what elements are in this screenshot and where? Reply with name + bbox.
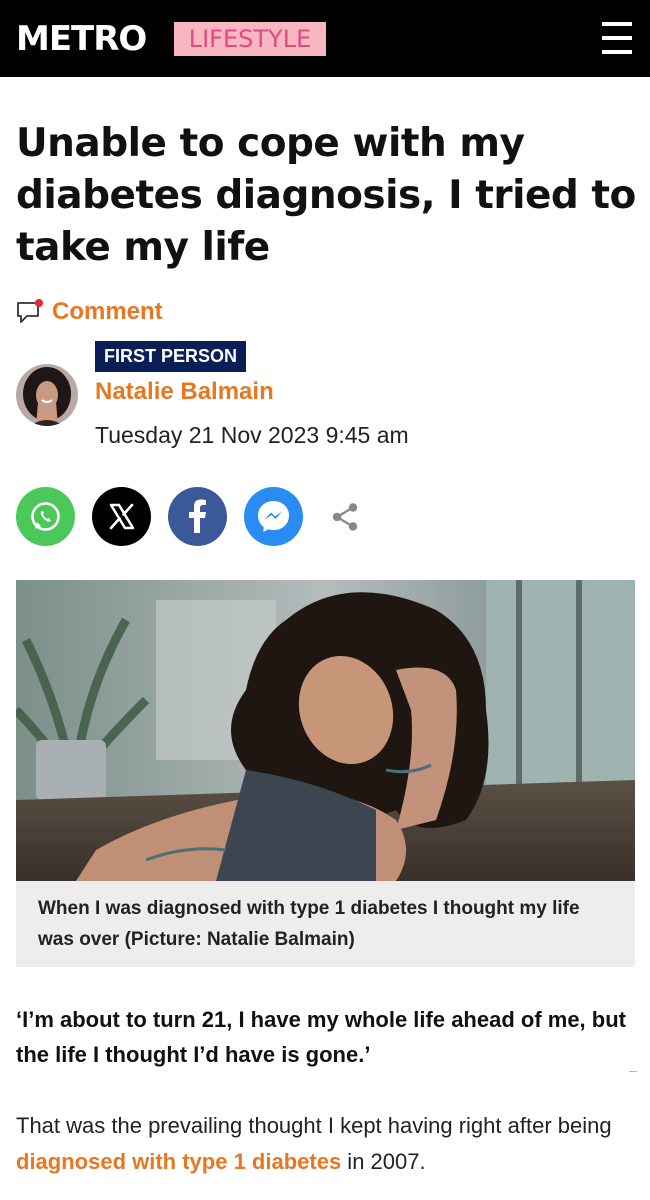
share-button[interactable] <box>328 500 362 534</box>
messenger-share-button[interactable] <box>244 487 303 546</box>
author-avatar[interactable] <box>16 364 78 426</box>
facebook-icon <box>189 499 206 533</box>
paragraph-text: That was the prevailing thought I kept h… <box>16 1113 612 1138</box>
author-name-link[interactable]: Natalie Balmain <box>95 377 274 407</box>
divider <box>629 1071 637 1072</box>
metro-logo[interactable]: METRO <box>16 18 147 60</box>
share-icon <box>332 503 358 531</box>
article-hero-image[interactable] <box>16 580 635 881</box>
facebook-share-button[interactable] <box>168 487 227 546</box>
x-share-button[interactable] <box>92 487 151 546</box>
first-person-badge[interactable]: FIRST PERSON <box>95 341 247 372</box>
site-header: METRO LIFESTYLE <box>0 0 650 77</box>
publish-date: Tuesday 21 Nov 2023 9:45 am <box>95 422 409 448</box>
whatsapp-icon <box>31 502 60 531</box>
paragraph-text-end: in 2007. <box>341 1149 426 1174</box>
hamburger-menu-icon[interactable] <box>598 20 636 56</box>
section-label[interactable]: LIFESTYLE <box>174 22 326 56</box>
messenger-icon <box>258 501 289 532</box>
image-caption: When I was diagnosed with type 1 diabete… <box>38 898 580 950</box>
whatsapp-share-button[interactable] <box>16 487 75 546</box>
image-caption-box: When I was diagnosed with type 1 diabete… <box>16 881 635 967</box>
article-paragraph: That was the prevailing thought I kept h… <box>16 1108 641 1180</box>
article-lede: ‘I’m about to turn 21, I have my whole l… <box>16 1007 626 1067</box>
x-icon <box>109 503 135 530</box>
comment-label: Comment <box>52 298 163 325</box>
article-headline: Unable to cope with my diabetes diagnosi… <box>16 121 636 270</box>
diabetes-diagnosis-link[interactable]: diagnosed with type 1 diabetes <box>16 1149 341 1174</box>
comment-link[interactable]: Comment <box>16 296 163 328</box>
comment-icon <box>17 299 43 323</box>
